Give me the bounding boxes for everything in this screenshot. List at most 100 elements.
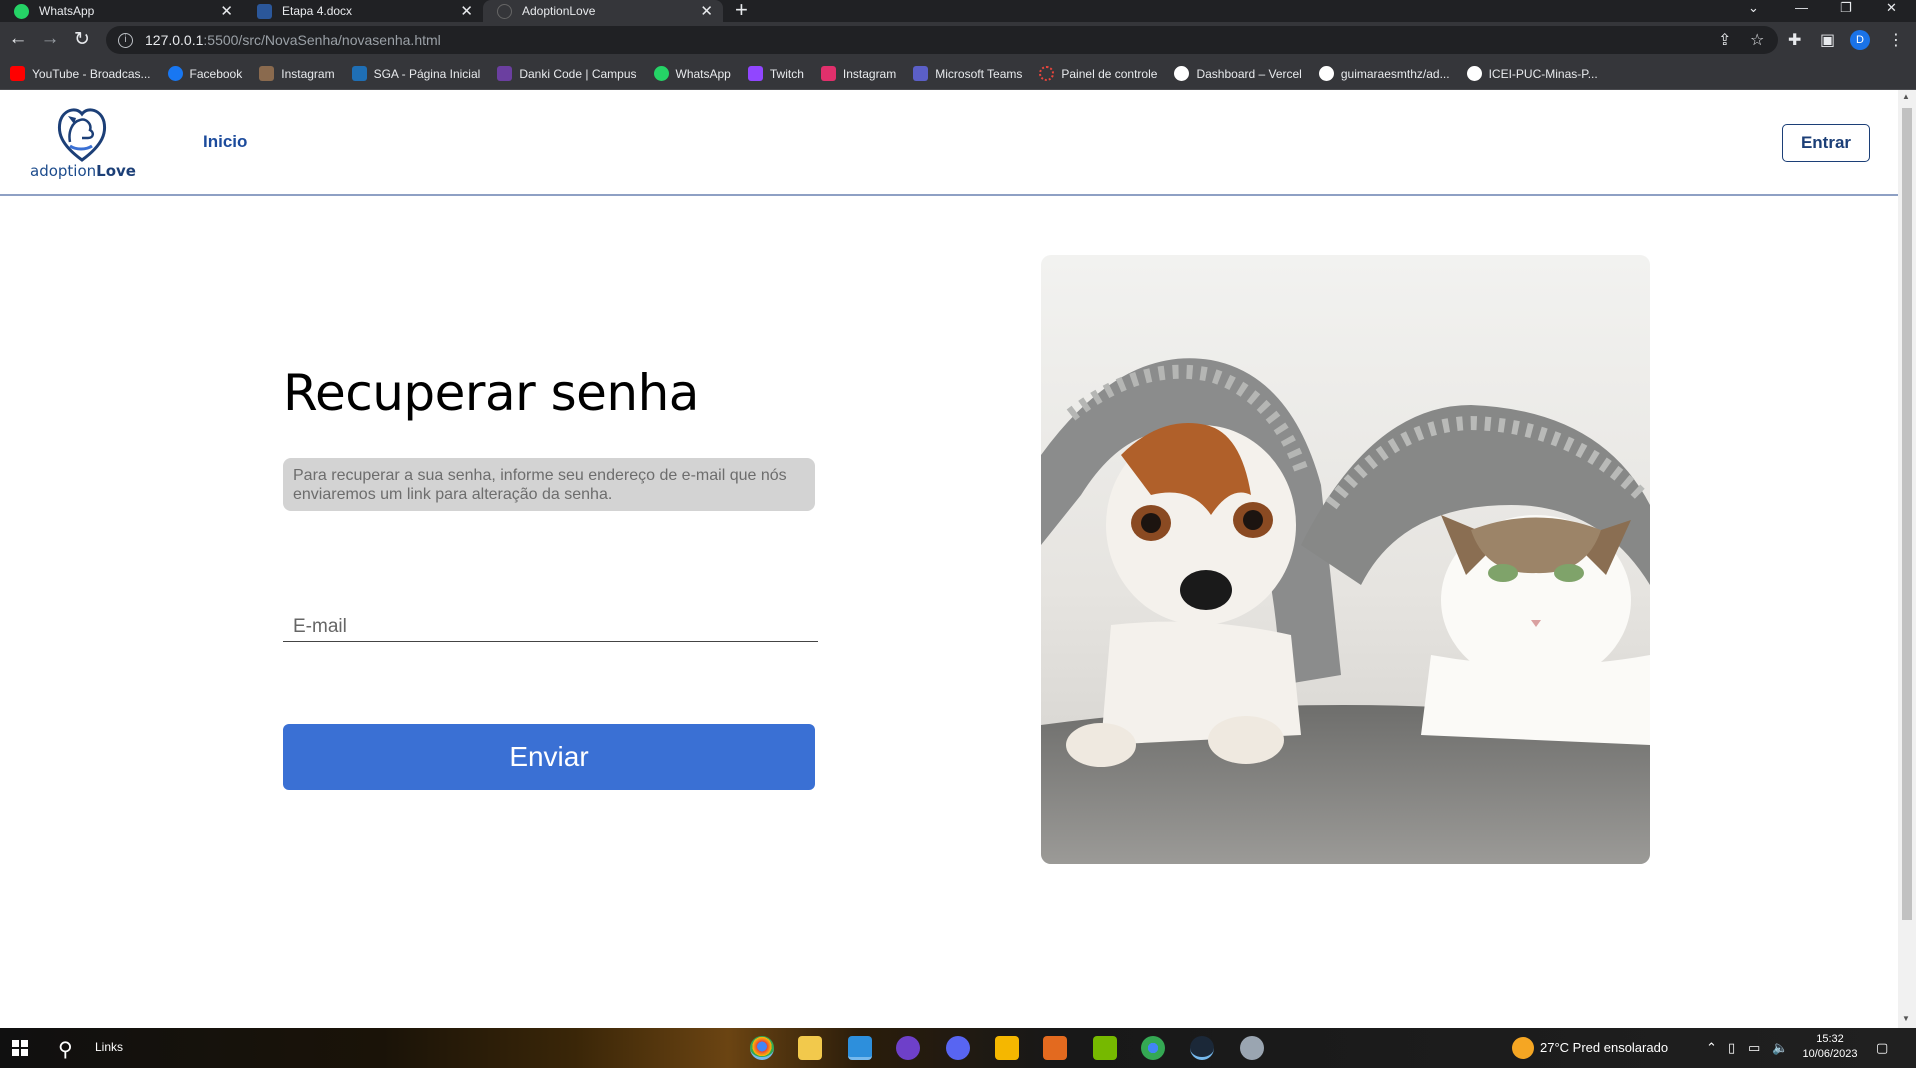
- dog-and-cat-photo: [1041, 255, 1650, 864]
- menu-kebab-icon[interactable]: ⋮: [1888, 30, 1904, 50]
- device-icon[interactable]: ▯: [1728, 1040, 1735, 1056]
- submit-button[interactable]: Enviar: [283, 724, 815, 790]
- bookmark-label: Painel de controle: [1061, 66, 1158, 81]
- bookmark-sga[interactable]: SGA - Página Inicial: [351, 66, 480, 81]
- facebook-icon: [167, 66, 183, 81]
- steam-icon[interactable]: [1190, 1036, 1214, 1060]
- profile-avatar[interactable]: D: [1850, 30, 1870, 50]
- rockstar-launcher-icon[interactable]: [995, 1036, 1019, 1060]
- back-arrow-icon[interactable]: ←: [6, 28, 30, 50]
- chrome-taskbar-icon[interactable]: [750, 1036, 774, 1060]
- tab-title: AdoptionLove: [522, 4, 596, 18]
- bookmark-instagram-2[interactable]: Instagram: [820, 66, 897, 81]
- browser-tab-strip: WhatsApp ✕ Etapa 4.docx ✕ AdoptionLove ✕…: [0, 0, 1916, 22]
- weather-icon[interactable]: [1512, 1037, 1534, 1059]
- discord-icon[interactable]: [946, 1036, 970, 1060]
- close-tab-icon[interactable]: ✕: [460, 2, 473, 20]
- bookmark-danki-code[interactable]: Danki Code | Campus: [497, 66, 637, 81]
- bookmark-label: Microsoft Teams: [935, 66, 1023, 81]
- github-desktop-icon[interactable]: [896, 1036, 920, 1060]
- scrollbar-thumb[interactable]: [1902, 108, 1912, 920]
- logo-text-bold: Love: [96, 162, 136, 180]
- github-icon: [1318, 66, 1334, 81]
- volume-icon[interactable]: 🔈: [1772, 1040, 1788, 1056]
- tab-search-chevron-icon[interactable]: ⌄: [1748, 0, 1759, 16]
- code-icon: [497, 66, 513, 81]
- share-icon[interactable]: ⇪: [1718, 30, 1731, 50]
- extensions-puzzle-icon[interactable]: ✚: [1788, 30, 1801, 50]
- email-input[interactable]: [283, 612, 818, 642]
- teams-icon: [913, 66, 929, 81]
- search-icon[interactable]: ⚲: [58, 1037, 73, 1062]
- weather-text[interactable]: 27°C Pred ensolarado: [1540, 1040, 1668, 1055]
- control-panel-icon: [1039, 66, 1055, 81]
- logo-text-light: adoption: [30, 162, 97, 180]
- system-clock[interactable]: 15:32 10/06/2023: [1795, 1032, 1865, 1062]
- paint-icon[interactable]: [1240, 1036, 1264, 1060]
- chrome-profile-icon[interactable]: [1141, 1036, 1165, 1060]
- bookmark-star-icon[interactable]: ☆: [1750, 30, 1764, 50]
- page-title: Recuperar senha: [283, 364, 699, 422]
- tab-etapa-docx[interactable]: Etapa 4.docx ✕: [243, 0, 483, 22]
- vercel-icon: [1174, 66, 1190, 81]
- tab-adoptionlove[interactable]: AdoptionLove ✕: [483, 0, 723, 22]
- tab-title: Etapa 4.docx: [282, 4, 353, 18]
- bookmark-twitch[interactable]: Twitch: [747, 66, 804, 81]
- clock-time: 15:32: [1816, 1033, 1844, 1045]
- bookmark-github-2[interactable]: ICEI-PUC-Minas-P...: [1466, 66, 1598, 81]
- bookmark-label: WhatsApp: [675, 66, 731, 81]
- site-info-icon[interactable]: i: [118, 32, 133, 48]
- new-tab-icon[interactable]: +: [735, 0, 748, 23]
- tray-chevron-icon[interactable]: ⌃: [1706, 1040, 1717, 1056]
- url-path: :5500/src/NovaSenha/novasenha.html: [203, 32, 441, 48]
- logo-wordmark: adoptionLove: [30, 162, 136, 180]
- page-viewport: adoptionLove Inicio Entrar Recuperar sen…: [0, 90, 1898, 1028]
- close-window-icon[interactable]: ✕: [1886, 0, 1897, 16]
- page-scrollbar[interactable]: ▲ ▼: [1898, 90, 1916, 1028]
- forward-arrow-icon[interactable]: →: [38, 28, 62, 50]
- side-panel-icon[interactable]: ▣: [1820, 30, 1835, 50]
- bookmark-label: Danki Code | Campus: [519, 66, 637, 81]
- nav-link-inicio[interactable]: Inicio: [203, 132, 247, 152]
- address-bar[interactable]: i 127.0.0.1:5500/src/NovaSenha/novasenha…: [106, 26, 1778, 54]
- bookmark-vercel[interactable]: Dashboard – Vercel: [1174, 66, 1302, 81]
- notifications-icon[interactable]: ▢: [1876, 1040, 1888, 1056]
- site-logo[interactable]: adoptionLove: [30, 102, 136, 180]
- github-icon: [1466, 66, 1482, 81]
- close-tab-icon[interactable]: ✕: [700, 2, 713, 20]
- dog-and-cat-image-illustration: [1041, 255, 1650, 864]
- twitch-icon: [747, 66, 763, 81]
- bookmark-instagram[interactable]: Instagram: [259, 66, 335, 81]
- restore-icon[interactable]: ❐: [1840, 0, 1852, 16]
- reload-icon[interactable]: ↻: [70, 28, 94, 51]
- scroll-up-icon[interactable]: ▲: [1902, 92, 1910, 101]
- scroll-down-icon[interactable]: ▼: [1902, 1014, 1910, 1023]
- nvidia-icon[interactable]: [1093, 1036, 1117, 1060]
- minimize-icon[interactable]: —: [1795, 0, 1808, 15]
- vscode-icon[interactable]: [848, 1036, 872, 1060]
- bookmark-microsoft-teams[interactable]: Microsoft Teams: [913, 66, 1022, 81]
- bookmark-facebook[interactable]: Facebook: [167, 66, 243, 81]
- login-button[interactable]: Entrar: [1782, 124, 1870, 162]
- bookmark-label: Instagram: [842, 66, 897, 81]
- site-header: adoptionLove Inicio Entrar: [0, 90, 1898, 196]
- network-icon[interactable]: ▭: [1748, 1040, 1760, 1056]
- windows-taskbar: ⚲ Links 27°C Pred ensolarado ⌃ ▯ ▭ 🔈 15:…: [0, 1028, 1916, 1068]
- instagram-icon: [820, 66, 836, 81]
- bookmark-whatsapp[interactable]: WhatsApp: [653, 66, 731, 81]
- windows-start-icon[interactable]: [12, 1040, 28, 1056]
- bookmark-painel[interactable]: Painel de controle: [1039, 66, 1157, 81]
- links-toolbar[interactable]: Links: [95, 1040, 123, 1054]
- close-tab-icon[interactable]: ✕: [220, 2, 233, 20]
- bookmark-label: Facebook: [189, 66, 243, 81]
- bookmark-label: YouTube - Broadcas...: [32, 66, 151, 81]
- word-favicon-icon: [257, 3, 272, 19]
- dog-heart-logo-icon: [57, 108, 107, 162]
- bookmark-label: guimaraesmthz/ad...: [1340, 66, 1450, 81]
- url-host: 127.0.0.1: [145, 32, 204, 48]
- app-launcher-icon[interactable]: [1043, 1036, 1067, 1060]
- file-explorer-icon[interactable]: [798, 1036, 822, 1060]
- bookmark-github-1[interactable]: guimaraesmthz/ad...: [1318, 66, 1450, 81]
- tab-whatsapp[interactable]: WhatsApp ✕: [0, 0, 243, 22]
- bookmark-youtube[interactable]: YouTube - Broadcas...: [10, 66, 151, 81]
